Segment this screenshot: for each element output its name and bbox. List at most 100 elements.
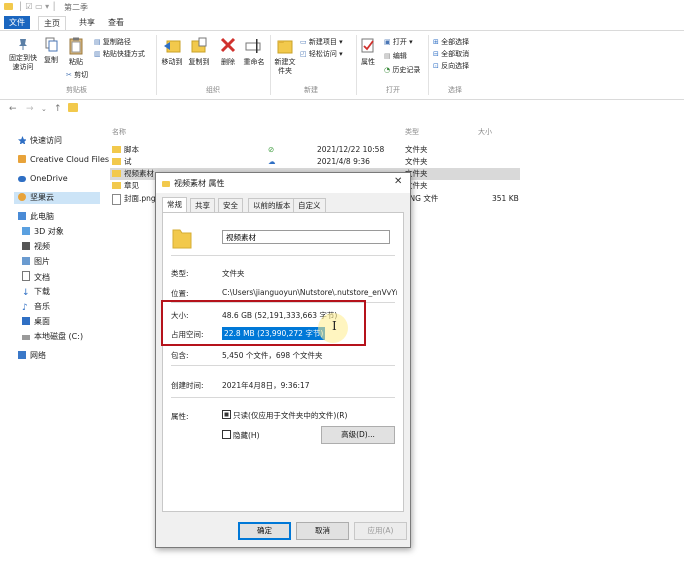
nav-local-disk[interactable]: 本地磁盘 (C:)	[22, 331, 83, 343]
copy-button[interactable]: 复制	[42, 37, 60, 65]
nav-label: 下载	[34, 287, 50, 296]
folder-icon	[112, 158, 121, 165]
cloud-icon	[18, 176, 26, 182]
tab-previous-versions[interactable]: 以前的版本	[248, 198, 296, 212]
paste-label: 粘贴	[69, 58, 83, 66]
rename-button[interactable]: 重命名	[242, 37, 266, 67]
properties-label: 属性	[361, 58, 375, 66]
close-icon[interactable]: ✕	[394, 176, 402, 187]
column-header-type[interactable]: 类型	[405, 127, 419, 137]
nav-pictures[interactable]: 图片	[22, 256, 50, 268]
history-dropdown-icon[interactable]: ⌄	[41, 105, 47, 113]
dialog-title: 视频素材 属性	[174, 179, 225, 188]
paste-shortcut-icon: ▥	[94, 50, 101, 58]
tab-sharing[interactable]: 共享	[190, 198, 215, 212]
nav-downloads[interactable]: ↓ 下载	[22, 286, 50, 298]
paste-shortcut-button[interactable]: ▥ 粘贴快捷方式	[94, 50, 145, 59]
cancel-button[interactable]: 取消	[296, 522, 349, 540]
nav-network[interactable]: 网络	[18, 350, 46, 362]
clipboard-group-label: 剪贴板	[66, 86, 87, 94]
select-none-button[interactable]: ⊟ 全部取消	[433, 50, 469, 59]
file-type: 文件夹	[405, 145, 428, 154]
creative-cloud-folder-icon	[18, 155, 26, 163]
nav-3d-objects[interactable]: 3D 对象	[22, 226, 64, 238]
new-folder-button[interactable]: 新建文件夹	[272, 37, 298, 76]
back-arrow-icon[interactable]: ←	[9, 104, 17, 114]
invert-selection-button[interactable]: ⊡ 反向选择	[433, 62, 469, 71]
history-button[interactable]: ◔ 历史记录	[384, 66, 420, 75]
cut-button[interactable]: ✂ 剪切	[66, 71, 88, 80]
easy-access-button[interactable]: ◰ 轻松访问 ▾	[300, 50, 343, 59]
edit-button[interactable]: ▤ 编辑	[384, 52, 407, 61]
forward-arrow-icon[interactable]: →	[26, 104, 34, 114]
tab-view[interactable]: 查看	[103, 16, 129, 29]
copy-label: 复制	[44, 56, 58, 64]
nav-videos[interactable]: 视频	[22, 241, 50, 253]
rename-icon	[245, 39, 261, 53]
ribbon-separator	[428, 35, 429, 95]
folder-icon	[112, 182, 121, 189]
open-button[interactable]: ▣ 打开 ▾	[384, 38, 413, 47]
history-icon: ◔	[384, 66, 391, 74]
apply-button[interactable]: 应用(A)	[354, 522, 407, 540]
nav-documents[interactable]: 文档	[22, 271, 50, 283]
file-type: 文件夹	[405, 157, 428, 166]
delete-label: 删除	[221, 58, 235, 66]
new-item-button[interactable]: ▭ 新建项目 ▾	[300, 38, 343, 47]
dialog-title-bar[interactable]: 视频素材 属性 ✕	[156, 173, 410, 193]
pin-icon	[19, 39, 27, 50]
nav-label: 3D 对象	[34, 227, 64, 236]
tab-security[interactable]: 安全	[218, 198, 243, 212]
nav-quick-access[interactable]: 快速访问	[18, 135, 62, 147]
paste-icon	[69, 37, 83, 55]
copy-to-button[interactable]: 复制到	[187, 37, 211, 67]
nav-onedrive[interactable]: OneDrive	[18, 173, 68, 185]
ribbon-separator	[156, 35, 157, 95]
tab-share[interactable]: 共享	[74, 16, 100, 29]
file-row[interactable]: 试 ☁ 2021/4/8 9:36 文件夹	[110, 156, 520, 168]
column-header-name[interactable]: 名称	[112, 127, 126, 137]
tab-file[interactable]: 文件	[4, 16, 30, 29]
rename-label: 重命名	[243, 58, 265, 66]
file-row[interactable]: 脚本 ⊘ 2021/12/22 10:58 文件夹	[110, 144, 520, 156]
nav-music[interactable]: ♪ 音乐	[22, 301, 50, 313]
quick-access-toolbar[interactable]: │ ☑ ▭ ▾ │	[18, 2, 57, 11]
hidden-checkbox[interactable]: 隐藏(H)	[222, 430, 260, 441]
copy-path-button[interactable]: ▤ 复制路径	[94, 38, 131, 47]
select-none-label: 全部取消	[441, 50, 470, 58]
divider	[171, 397, 395, 398]
new-folder-icon	[277, 40, 293, 54]
readonly-checkbox[interactable]: 只读(仅应用于文件夹中的文件)(R)	[222, 410, 347, 421]
nav-jianguoyun[interactable]: 坚果云	[14, 192, 100, 204]
ribbon: 固定到快速访问 复制 粘贴 ▤ 复制路径 ▥ 粘贴快捷方式 ✂ 剪切 剪贴板 移…	[0, 30, 684, 100]
delete-button[interactable]: 删除	[218, 37, 238, 67]
folder-name-input[interactable]	[222, 230, 390, 244]
ok-button[interactable]: 确定	[238, 522, 291, 540]
file-name: 封面.png	[124, 194, 156, 203]
paste-button[interactable]: 粘贴	[66, 37, 86, 67]
nav-creative-cloud[interactable]: Creative Cloud Files	[18, 154, 109, 166]
select-all-button[interactable]: ⊞ 全部选择	[433, 38, 469, 47]
paste-shortcut-label: 粘贴快捷方式	[102, 50, 145, 58]
select-none-icon: ⊟	[433, 50, 439, 58]
file-date: 2021/12/22 10:58	[317, 145, 385, 154]
tab-home[interactable]: 主页	[38, 16, 66, 31]
tab-general[interactable]: 常规	[162, 197, 187, 213]
column-header-size[interactable]: 大小	[478, 127, 492, 137]
advanced-button[interactable]: 高级(D)...	[321, 426, 395, 444]
nav-desktop[interactable]: 桌面	[22, 316, 50, 328]
tab-customize[interactable]: 自定义	[293, 198, 326, 212]
properties-button[interactable]: 属性	[358, 37, 378, 67]
nav-this-pc[interactable]: 此电脑	[18, 211, 54, 223]
up-arrow-icon[interactable]: ↑	[54, 104, 62, 114]
edit-label: 编辑	[392, 52, 407, 60]
music-icon: ♪	[22, 303, 28, 313]
divider	[171, 255, 395, 256]
cloud-icon: ☁	[268, 157, 276, 166]
history-label: 历史记录	[392, 66, 421, 74]
move-to-button[interactable]: 移动到	[160, 37, 184, 67]
pin-quick-access-button[interactable]: 固定到快速访问	[6, 37, 40, 72]
copy-icon	[45, 37, 58, 52]
open-label: 打开 ▾	[392, 38, 413, 46]
type-value: 文件夹	[222, 269, 245, 278]
